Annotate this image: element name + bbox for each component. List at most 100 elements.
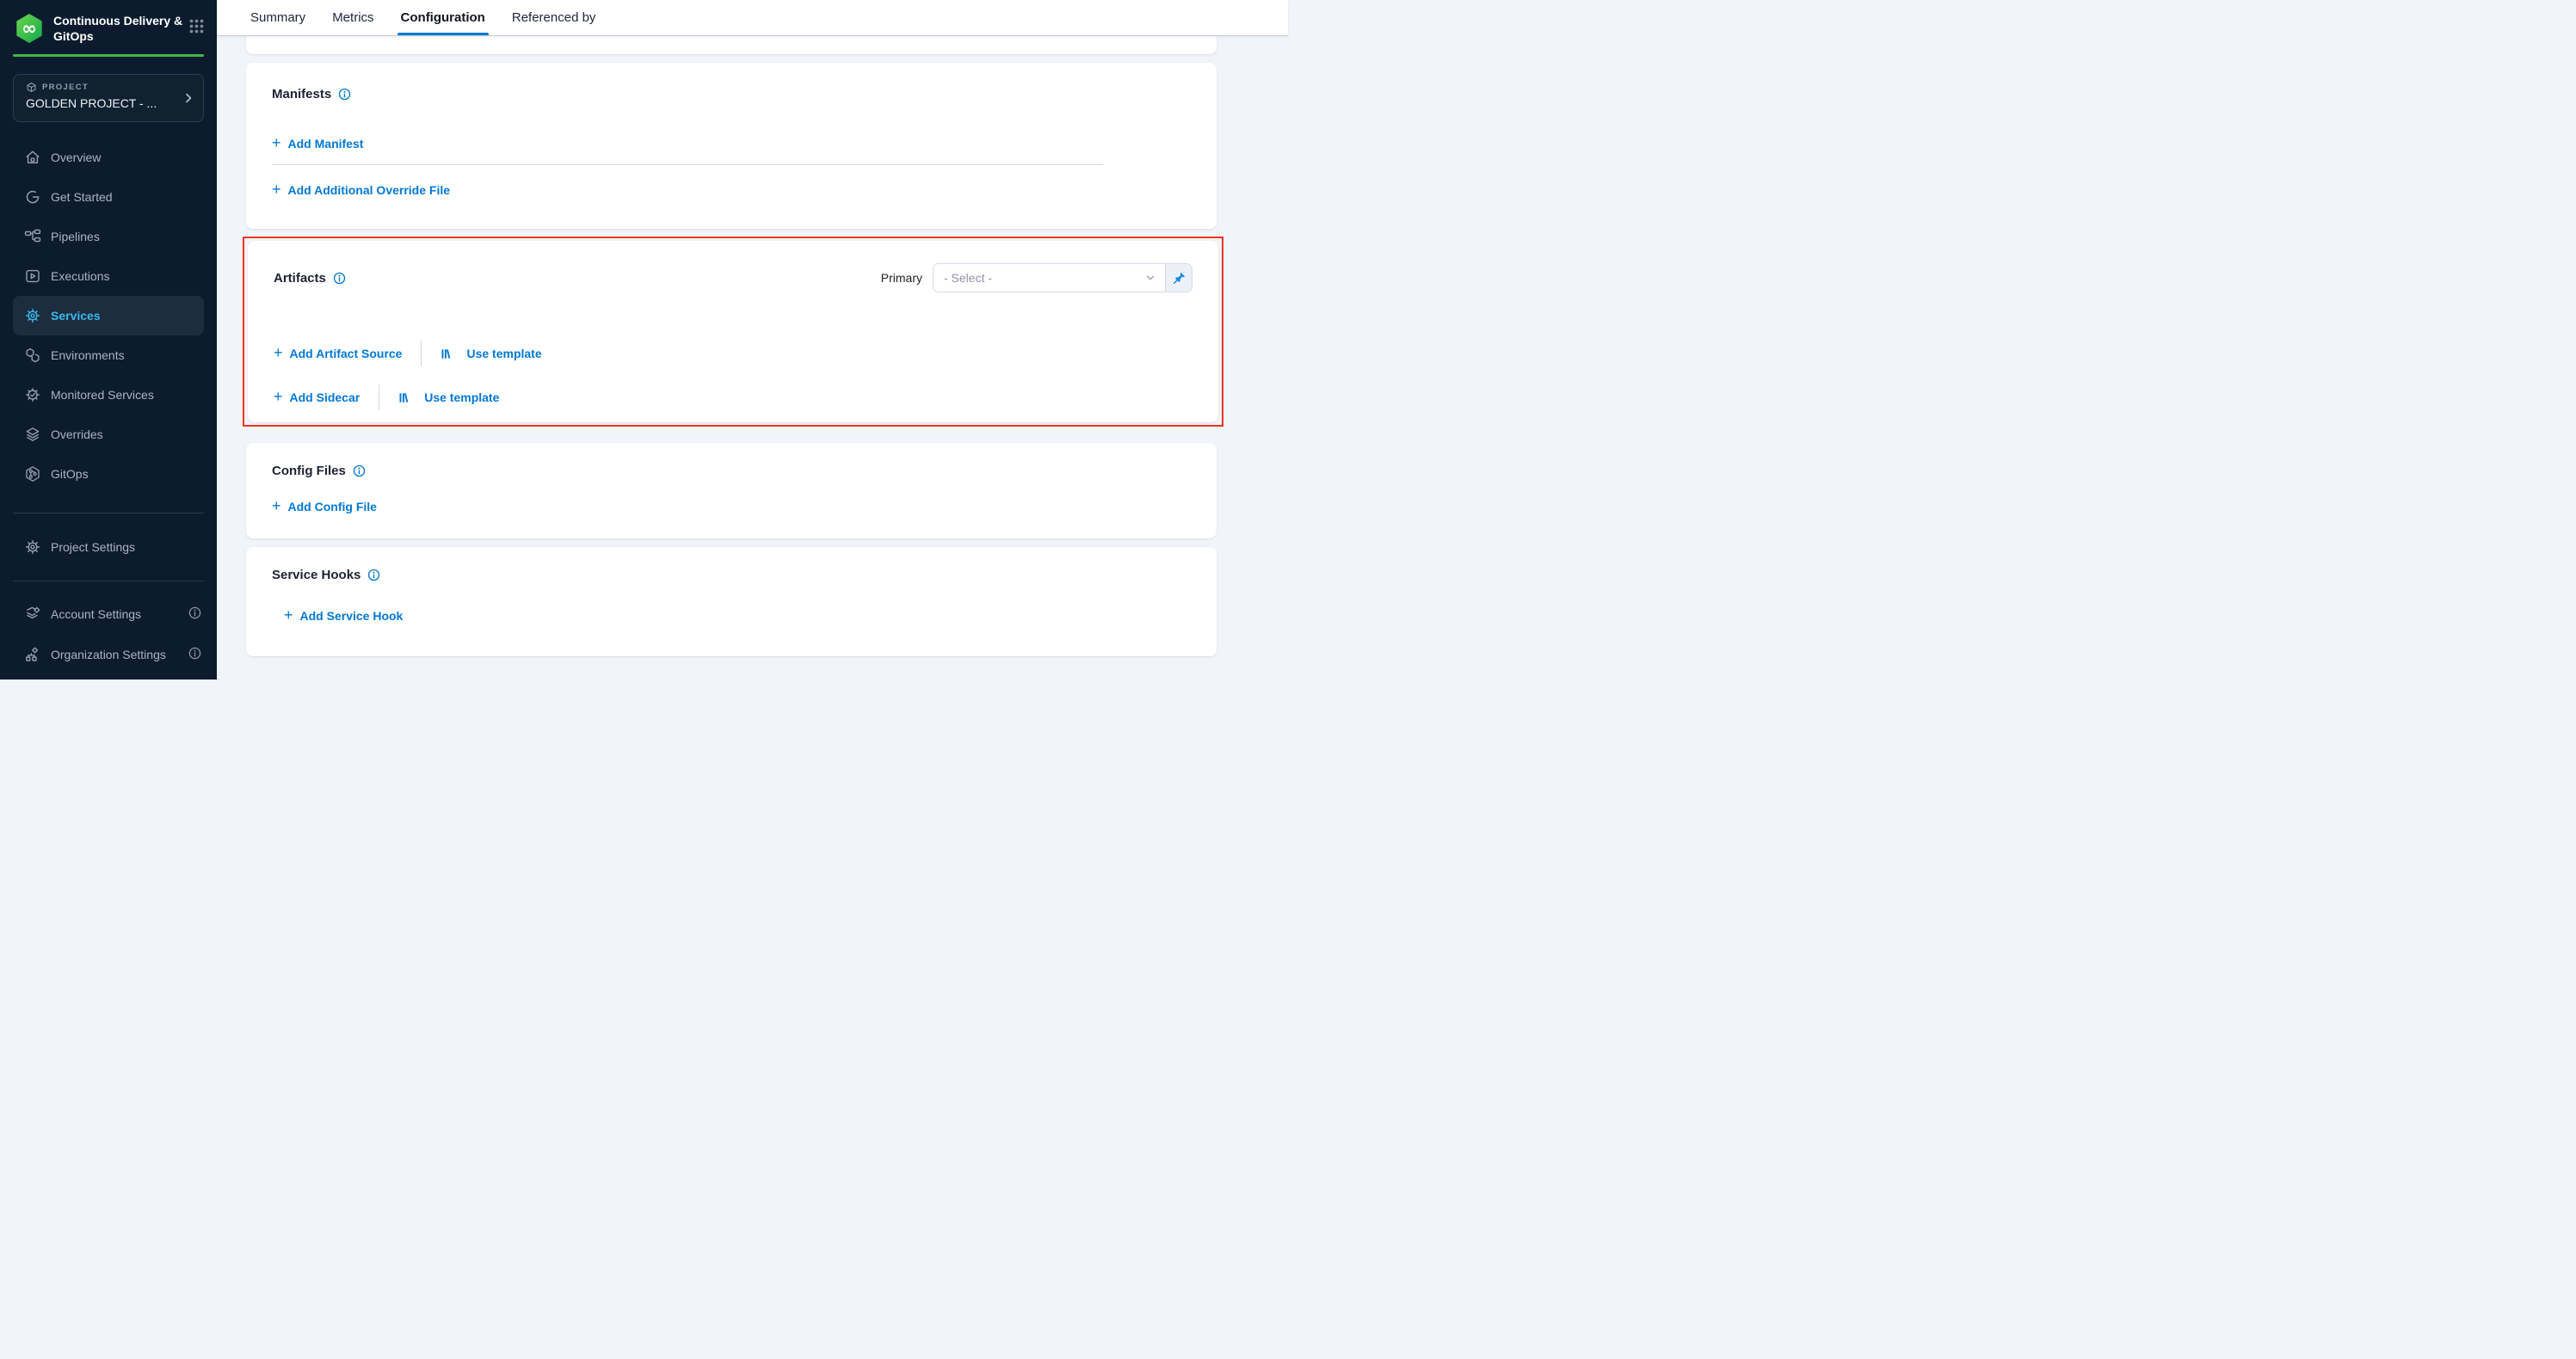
sidebar-item-label: Monitored Services (51, 388, 154, 402)
plus-icon (284, 609, 293, 621)
gitops-icon (24, 465, 41, 483)
plus-icon (274, 347, 283, 359)
artifacts-section: Artifacts Primary - Select (248, 241, 1218, 422)
plus-icon (272, 500, 281, 512)
sidebar-item-organization-settings[interactable]: Organization Settings (0, 634, 217, 674)
use-template-sidecar-button[interactable]: Use template (398, 390, 499, 404)
manifests-title: Manifests (272, 87, 331, 101)
config-files-title: Config Files (272, 464, 346, 478)
account-settings-icon (24, 606, 41, 623)
add-config-file-button[interactable]: Add Config File (272, 500, 377, 513)
tab-summary[interactable]: Summary (249, 0, 307, 35)
artifacts-highlight-box: Artifacts Primary - Select (243, 237, 1223, 427)
sidebar-nav: Overview Get Started Pipelines (0, 138, 217, 494)
tab-label: Configuration (401, 10, 485, 25)
add-manifest-button[interactable]: Add Manifest (272, 137, 363, 151)
info-icon[interactable] (353, 464, 366, 477)
sidebar-item-account-settings[interactable]: Account Settings (0, 593, 217, 634)
sidebar-item-label: Executions (51, 269, 109, 283)
add-additional-override-file-button[interactable]: Add Additional Override File (272, 183, 450, 197)
info-icon[interactable] (188, 646, 202, 661)
sidebar-item-label: Pipelines (51, 230, 100, 243)
tab-referenced-by[interactable]: Referenced by (510, 0, 598, 35)
gear-icon (24, 538, 41, 556)
executions-icon (24, 267, 41, 285)
tab-metrics[interactable]: Metrics (330, 0, 375, 35)
sidebar-item-project-settings[interactable]: Project Settings (0, 527, 217, 567)
add-sidecar-button[interactable]: Add Sidecar (274, 390, 360, 404)
sidebar-item-label: Environments (51, 348, 125, 362)
add-service-hook-label: Add Service Hook (300, 609, 404, 623)
tab-configuration[interactable]: Configuration (399, 0, 487, 35)
sidebar-item-label: Overview (51, 151, 101, 164)
tab-bar: Summary Metrics Configuration Referenced… (217, 0, 1288, 36)
add-config-file-label: Add Config File (288, 500, 377, 513)
chevron-right-icon (182, 91, 195, 105)
use-template-label: Use template (466, 347, 541, 360)
get-started-icon (24, 188, 41, 206)
sidebar-header: ∞ Continuous Delivery & GitOps (0, 0, 217, 45)
main-area: Summary Metrics Configuration Referenced… (217, 0, 1288, 680)
svg-text:∞: ∞ (22, 18, 37, 39)
sidebar-item-overview[interactable]: Overview (0, 138, 217, 177)
sidebar-item-get-started[interactable]: Get Started (0, 177, 217, 217)
module-title: Continuous Delivery & GitOps (53, 13, 189, 44)
use-template-artifact-button[interactable]: Use template (441, 347, 541, 360)
environments-icon (24, 347, 41, 364)
project-selector[interactable]: PROJECT GOLDEN PROJECT - ... (13, 74, 204, 122)
sidebar-item-label: Organization Settings (51, 648, 166, 661)
info-icon[interactable] (188, 606, 202, 620)
vertical-divider (421, 341, 422, 366)
plus-icon (272, 137, 281, 149)
tab-label: Referenced by (512, 10, 596, 25)
sidebar-item-executions[interactable]: Executions (0, 256, 217, 296)
sidebar-item-environments[interactable]: Environments (0, 335, 217, 375)
configuration-content: Manifests Add Manifest Add Additional Ov… (217, 36, 1288, 680)
template-library-icon (441, 347, 453, 360)
add-manifest-label: Add Manifest (288, 137, 364, 151)
manifests-section: Manifests Add Manifest Add Additional Ov… (246, 63, 1217, 229)
overrides-icon (24, 426, 41, 443)
pushpin-icon (1172, 271, 1186, 286)
info-icon[interactable] (338, 88, 351, 101)
sidebar-item-monitored-services[interactable]: Monitored Services (0, 375, 217, 415)
cube-icon (26, 82, 37, 93)
plus-icon (272, 183, 281, 195)
chevron-down-icon (1144, 272, 1156, 284)
module-switcher-icon[interactable] (189, 19, 204, 34)
sidebar-item-overrides[interactable]: Overrides (0, 415, 217, 454)
add-service-hook-button[interactable]: Add Service Hook (284, 609, 403, 623)
tab-label: Summary (250, 10, 305, 25)
organization-settings-icon (24, 646, 41, 663)
info-icon[interactable] (333, 272, 346, 285)
home-icon (24, 149, 41, 166)
manifests-divider (272, 164, 1103, 165)
monitored-services-icon (24, 386, 41, 403)
sidebar-item-pipelines[interactable]: Pipelines (0, 217, 217, 256)
add-sidecar-label: Add Sidecar (290, 390, 361, 404)
info-icon[interactable] (367, 569, 380, 581)
sidebar-item-label: GitOps (51, 467, 89, 481)
sidebar-item-label: Project Settings (51, 540, 135, 554)
previous-section-card-partial (246, 36, 1217, 54)
sidebar-item-label: Account Settings (51, 607, 141, 621)
use-template-label: Use template (424, 390, 499, 404)
services-gear-icon (24, 307, 41, 324)
add-artifact-source-label: Add Artifact Source (290, 347, 403, 360)
add-additional-override-label: Add Additional Override File (288, 183, 451, 197)
pin-primary-artifact-button[interactable] (1166, 264, 1192, 292)
sidebar: ∞ Continuous Delivery & GitOps (0, 0, 217, 680)
pipelines-icon (24, 228, 41, 245)
sidebar-item-label: Services (51, 309, 101, 323)
project-selector-label: PROJECT (42, 83, 89, 92)
sidebar-item-label: Get Started (51, 190, 113, 204)
module-accent-rule (13, 54, 204, 57)
template-library-icon (398, 391, 411, 404)
artifacts-title: Artifacts (274, 271, 326, 286)
sidebar-item-services[interactable]: Services (13, 296, 204, 335)
sidebar-item-gitops[interactable]: GitOps (0, 454, 217, 494)
primary-artifact-select[interactable]: - Select - (934, 264, 1166, 292)
app-root: ∞ Continuous Delivery & GitOps (0, 0, 1288, 680)
project-name: GOLDEN PROJECT - ... (26, 96, 185, 110)
add-artifact-source-button[interactable]: Add Artifact Source (274, 347, 402, 360)
